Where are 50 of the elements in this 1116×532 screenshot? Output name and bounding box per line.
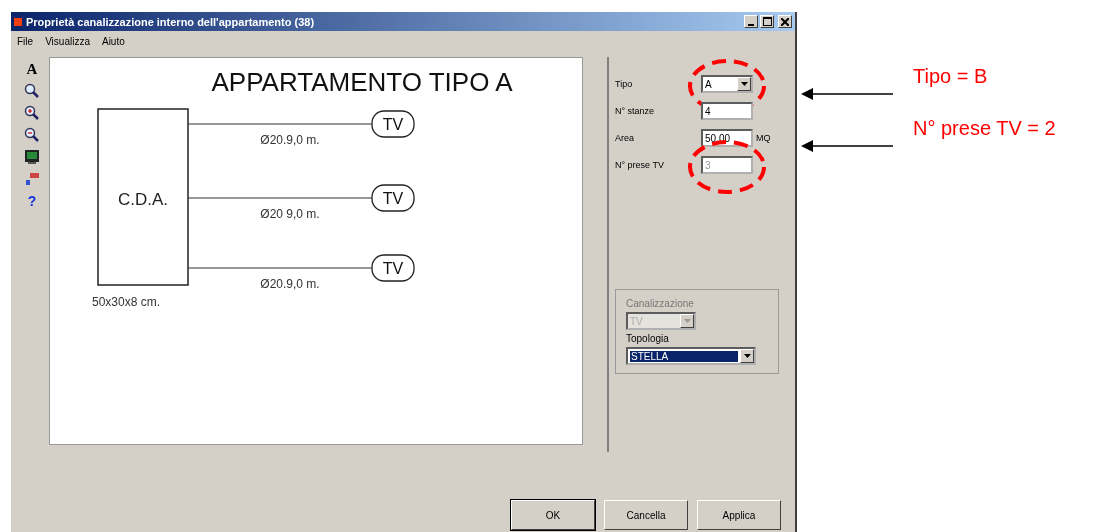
- maximize-button[interactable]: [760, 15, 774, 28]
- magnifier-icon[interactable]: [24, 83, 40, 99]
- app-icon: [14, 17, 22, 26]
- arrow-icon: [801, 87, 893, 101]
- tv-outlet: [371, 110, 415, 138]
- dialog-button[interactable]: OK: [511, 500, 595, 530]
- annotation-text: N° prese TV = 2: [913, 117, 1056, 140]
- annotation-text: Tipo = B: [913, 65, 988, 88]
- paint-icon[interactable]: [24, 171, 40, 187]
- caret-icon: [740, 82, 748, 86]
- close-icon: [781, 17, 789, 26]
- dialog-button[interactable]: Applica: [697, 500, 781, 530]
- combo-box[interactable]: STELLA: [626, 347, 756, 365]
- outlet-label: TV: [382, 190, 404, 207]
- magnifier-icon[interactable]: [24, 105, 40, 121]
- minimize-icon: [748, 23, 754, 26]
- cable-label: Ø20.9,0 m.: [260, 277, 320, 291]
- minimize-button[interactable]: [744, 15, 758, 28]
- tv-outlet: [371, 254, 415, 282]
- close-button[interactable]: [778, 15, 792, 28]
- unit-label: MQ: [756, 133, 771, 143]
- window-title: Proprietà canalizzazione interno dell'appartamento (38): [26, 15, 316, 28]
- field-label: Tipo: [615, 79, 633, 89]
- cable-label: Ø20 9,0 m.: [260, 207, 320, 221]
- field-label: Area: [615, 133, 634, 143]
- menu-item[interactable]: Visualizza: [45, 36, 90, 47]
- field-label: N° stanze: [615, 106, 655, 116]
- maximize-icon: [762, 17, 772, 26]
- help-button[interactable]: ?: [27, 193, 37, 209]
- dialog-button[interactable]: Cancella: [604, 500, 688, 530]
- text-tool-button[interactable]: A: [26, 61, 38, 77]
- diagram-title: APPARTAMENTO TIPO A: [211, 67, 513, 97]
- box-size-label: 50x30x8 cm.: [92, 295, 161, 309]
- arrow-icon: [801, 139, 893, 153]
- box-label: C.D.A.: [117, 190, 169, 209]
- combo-label: Topologia: [626, 333, 670, 344]
- input-field[interactable]: 4: [701, 102, 753, 120]
- outlet-label: TV: [382, 260, 404, 277]
- combo-label: Canalizzazione: [626, 298, 695, 309]
- field-label: N° prese TV: [615, 160, 664, 170]
- caret-icon: [683, 319, 691, 323]
- menu-item[interactable]: Aiuto: [101, 36, 125, 47]
- caret-icon: [743, 354, 751, 358]
- magnifier-icon[interactable]: [24, 127, 40, 143]
- menu-item[interactable]: File: [17, 36, 34, 47]
- tv-outlet: [371, 184, 415, 212]
- type-dropdown[interactable]: A: [701, 75, 753, 93]
- monitor-icon[interactable]: [24, 149, 40, 165]
- outlet-label: TV: [382, 116, 404, 133]
- cable-label: Ø20.9,0 m.: [260, 133, 320, 147]
